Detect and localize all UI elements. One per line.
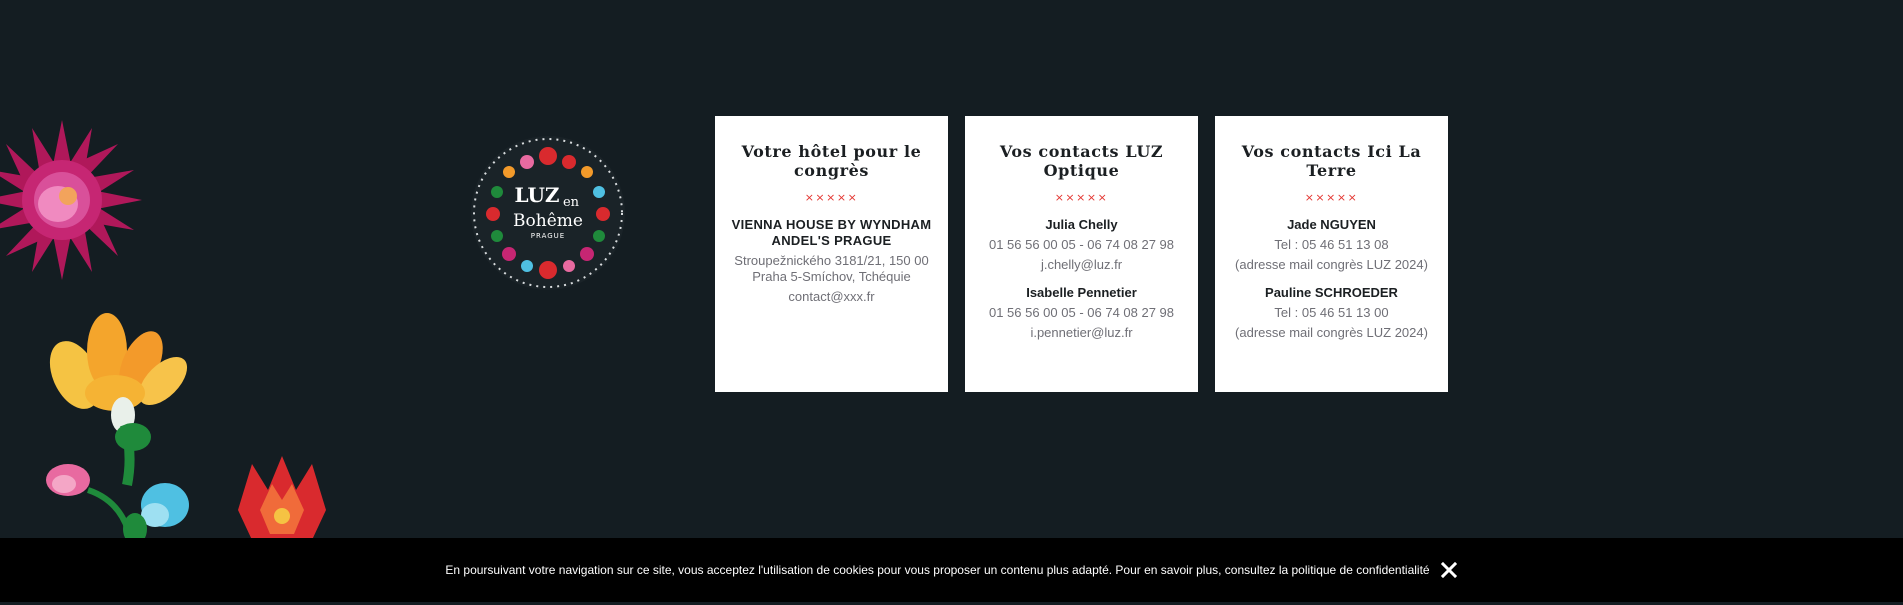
contact-email-link[interactable]: i.pennetier@luz.fr — [979, 325, 1184, 341]
cookie-message[interactable]: En poursuivant votre navigation sur ce s… — [445, 563, 1429, 577]
luz-optique-contacts-card: Vos contacts LUZ Optique ××××× Julia Che… — [965, 116, 1198, 392]
contact-email-note: (adresse mail congrès LUZ 2024) — [1235, 325, 1428, 340]
contact-name: Julia Chelly — [1045, 217, 1118, 232]
stars-decoration: ××××× — [1054, 191, 1109, 204]
contact-block: Isabelle Pennetier 01 56 56 00 05 - 06 7… — [979, 285, 1184, 341]
hotel-name: VIENNA HOUSE BY WYNDHAM ANDEL'S PRAGUE — [731, 217, 932, 248]
hotel-email-link[interactable]: contact@xxx.fr — [729, 289, 934, 305]
close-icon[interactable] — [1440, 561, 1458, 579]
contact-block: Julia Chelly 01 56 56 00 05 - 06 74 08 2… — [979, 217, 1184, 273]
hotel-card: Votre hôtel pour le congrès ××××× VIENNA… — [715, 116, 948, 392]
ici-la-terre-contacts-card: Vos contacts Ici La Terre ××××× Jade NGU… — [1215, 116, 1448, 392]
logo-text-en: en — [563, 195, 580, 210]
contact-phone[interactable]: Tel : 05 46 51 13 08 — [1229, 237, 1434, 253]
contact-email-link[interactable]: j.chelly@luz.fr — [979, 257, 1184, 273]
card-title: Vos contacts LUZ Optique — [999, 142, 1164, 180]
contact-block: Pauline SCHROEDER Tel : 05 46 51 13 00 (… — [1229, 285, 1434, 341]
luz-en-boheme-logo[interactable]: LUZ en Bohême PRAGUE — [469, 134, 627, 292]
contact-block: Jade NGUYEN Tel : 05 46 51 13 08 (adress… — [1229, 217, 1434, 273]
stars-decoration: ××××× — [804, 191, 859, 204]
contact-phone[interactable]: 01 56 56 00 05 - 06 74 08 27 98 — [979, 237, 1184, 253]
logo-text-luz: LUZ — [514, 183, 559, 207]
contact-email-note: (adresse mail congrès LUZ 2024) — [1235, 257, 1428, 272]
contact-phone[interactable]: Tel : 05 46 51 13 00 — [1229, 305, 1434, 321]
logo-text-boheme: Bohême — [513, 211, 583, 231]
card-title: Votre hôtel pour le congrès — [741, 142, 922, 180]
contact-name: Isabelle Pennetier — [1026, 285, 1137, 300]
contact-name: Pauline SCHROEDER — [1265, 285, 1398, 300]
logo-text-city: PRAGUE — [531, 232, 565, 240]
card-title: Vos contacts Ici La Terre — [1241, 142, 1422, 180]
cookie-consent-bar: En poursuivant votre navigation sur ce s… — [0, 538, 1903, 602]
embroidered-flowers-decoration — [0, 60, 340, 545]
stars-decoration: ××××× — [1304, 191, 1359, 204]
contact-name: Jade NGUYEN — [1287, 217, 1376, 232]
contact-phone[interactable]: 01 56 56 00 05 - 06 74 08 27 98 — [979, 305, 1184, 321]
hotel-address: Stroupežnického 3181/21, 150 00 Praha 5-… — [734, 253, 929, 284]
hotel-block: VIENNA HOUSE BY WYNDHAM ANDEL'S PRAGUE S… — [729, 217, 934, 305]
